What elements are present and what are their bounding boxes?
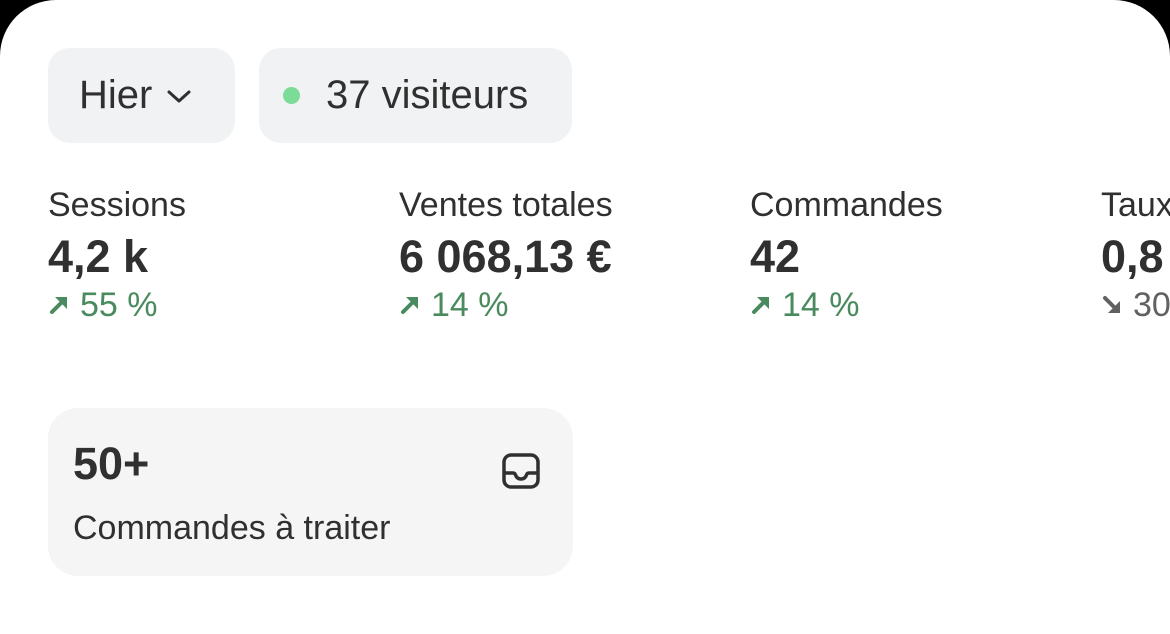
live-status-dot <box>283 87 300 104</box>
metric-change-value: 14 % <box>782 286 860 324</box>
metric-change: 55 % <box>48 285 378 325</box>
metric-change: 30 <box>1101 285 1170 325</box>
trend-up-arrow-icon <box>48 294 70 316</box>
metric-label: Ventes totales <box>399 186 613 224</box>
metric-change: 14 % <box>750 285 1080 325</box>
metric-label: Sessions <box>48 186 186 224</box>
metric-sessions[interactable]: Sessions 4,2 k 55 % <box>48 182 378 325</box>
chevron-down-icon <box>166 88 192 104</box>
inbox-icon <box>501 452 541 490</box>
metric-rate[interactable]: Taux 0,8 30 <box>1101 182 1170 325</box>
metric-value: 42 <box>750 231 801 282</box>
orders-to-process-card[interactable]: 50+ Commandes à traiter <box>48 408 573 576</box>
live-visitors-badge[interactable]: 37 visiteurs <box>259 48 572 143</box>
metric-label: Taux <box>1101 186 1170 224</box>
metric-change-value: 55 % <box>80 286 158 324</box>
trend-up-arrow-icon <box>750 294 772 316</box>
metric-label: Commandes <box>750 186 943 224</box>
metric-change-value: 14 % <box>431 286 509 324</box>
metric-change: 14 % <box>399 285 729 325</box>
metric-value: 6 068,13 € <box>399 231 612 282</box>
live-visitors-label: 37 visiteurs <box>326 73 529 117</box>
orders-to-process-count: 50+ <box>73 438 150 489</box>
trend-down-arrow-icon <box>1101 294 1123 316</box>
metric-value: 0,8 <box>1101 231 1164 282</box>
period-selector-button[interactable]: Hier <box>48 48 235 143</box>
analytics-screen: Hier 37 visiteurs Sessions 4,2 k 55 % Ve… <box>0 0 1170 634</box>
metric-change-value: 30 <box>1133 286 1170 324</box>
metric-orders[interactable]: Commandes 42 14 % <box>750 182 1080 325</box>
metric-value: 4,2 k <box>48 231 149 282</box>
metric-total-sales[interactable]: Ventes totales 6 068,13 € 14 % <box>399 182 729 325</box>
trend-up-arrow-icon <box>399 294 421 316</box>
period-selector-label: Hier <box>79 73 153 117</box>
orders-to-process-label: Commandes à traiter <box>73 509 391 547</box>
